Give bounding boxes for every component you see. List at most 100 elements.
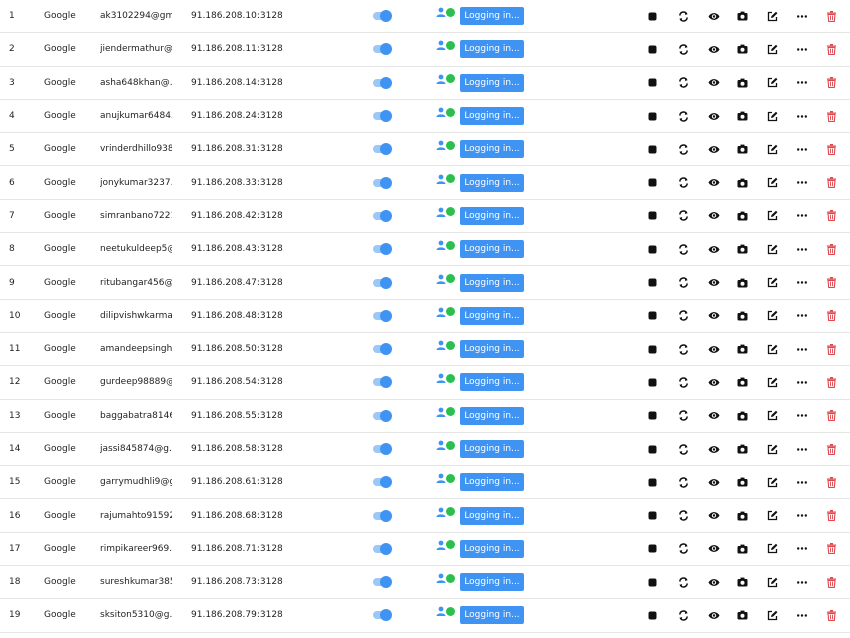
enable-toggle[interactable] [373,233,392,265]
toggle-track[interactable] [373,443,392,455]
enable-toggle[interactable] [373,499,392,531]
enable-toggle[interactable] [373,67,392,99]
toggle-track[interactable] [373,576,392,589]
edit-icon[interactable] [767,166,778,198]
edit-icon[interactable] [767,266,778,298]
status-button[interactable]: Logging in... [460,499,524,531]
eye-icon[interactable] [708,599,720,631]
status-label[interactable]: Logging in... [460,40,524,59]
more-icon[interactable] [797,566,807,598]
camera-icon[interactable] [737,100,748,132]
stop-icon[interactable] [648,266,657,298]
trash-icon[interactable] [827,300,836,332]
edit-icon[interactable] [767,100,778,132]
stop-icon[interactable] [648,133,657,165]
stop-icon[interactable] [648,433,657,465]
refresh-icon[interactable] [678,400,689,432]
trash-icon[interactable] [827,100,836,132]
status-label[interactable]: Logging in... [460,73,524,92]
camera-icon[interactable] [737,433,748,465]
status-label[interactable]: Logging in... [460,140,524,159]
enable-toggle[interactable] [373,266,392,298]
edit-icon[interactable] [767,200,778,232]
stop-icon[interactable] [648,333,657,365]
status-label[interactable]: Logging in... [460,240,524,259]
refresh-icon[interactable] [678,333,689,365]
toggle-track[interactable] [373,110,392,123]
toggle-track[interactable] [373,609,392,622]
stop-icon[interactable] [648,0,657,32]
refresh-icon[interactable] [678,366,689,398]
edit-icon[interactable] [767,466,778,498]
trash-icon[interactable] [827,200,836,232]
edit-icon[interactable] [767,599,778,631]
trash-icon[interactable] [827,366,836,398]
status-button[interactable]: Logging in... [460,300,524,332]
camera-icon[interactable] [737,133,748,165]
stop-icon[interactable] [648,300,657,332]
more-icon[interactable] [797,300,807,332]
refresh-icon[interactable] [678,499,689,531]
more-icon[interactable] [797,233,807,265]
more-icon[interactable] [797,0,807,32]
eye-icon[interactable] [708,466,720,498]
status-label[interactable]: Logging in... [460,373,524,392]
edit-icon[interactable] [767,366,778,398]
more-icon[interactable] [797,533,807,565]
status-button[interactable]: Logging in... [460,67,524,99]
status-label[interactable]: Logging in... [460,107,524,126]
refresh-icon[interactable] [678,466,689,498]
stop-icon[interactable] [648,100,657,132]
status-button[interactable]: Logging in... [460,133,524,165]
camera-icon[interactable] [737,33,748,65]
more-icon[interactable] [797,366,807,398]
toggle-track[interactable] [373,409,392,422]
camera-icon[interactable] [737,333,748,365]
refresh-icon[interactable] [678,266,689,298]
trash-icon[interactable] [827,133,836,165]
trash-icon[interactable] [827,533,836,565]
toggle-track[interactable] [373,10,392,23]
status-label[interactable]: Logging in... [460,473,524,492]
status-button[interactable]: Logging in... [460,466,524,498]
camera-icon[interactable] [737,0,748,32]
enable-toggle[interactable] [373,466,392,498]
refresh-icon[interactable] [678,599,689,631]
eye-icon[interactable] [708,400,720,432]
status-button[interactable]: Logging in... [460,400,524,432]
stop-icon[interactable] [648,200,657,232]
trash-icon[interactable] [827,266,836,298]
trash-icon[interactable] [827,166,836,198]
toggle-track[interactable] [373,542,392,555]
refresh-icon[interactable] [678,200,689,232]
status-label[interactable]: Logging in... [460,7,524,26]
trash-icon[interactable] [827,67,836,99]
enable-toggle[interactable] [373,0,392,32]
status-button[interactable]: Logging in... [460,0,524,32]
toggle-track[interactable] [373,343,392,356]
toggle-track[interactable] [373,476,392,489]
refresh-icon[interactable] [678,433,689,465]
stop-icon[interactable] [648,599,657,631]
more-icon[interactable] [797,166,807,198]
edit-icon[interactable] [767,400,778,432]
stop-icon[interactable] [648,67,657,99]
more-icon[interactable] [797,400,807,432]
stop-icon[interactable] [648,533,657,565]
camera-icon[interactable] [737,266,748,298]
toggle-track[interactable] [373,276,392,289]
more-icon[interactable] [797,133,807,165]
enable-toggle[interactable] [373,166,392,198]
toggle-track[interactable] [373,376,392,389]
refresh-icon[interactable] [678,233,689,265]
camera-icon[interactable] [737,166,748,198]
enable-toggle[interactable] [373,300,392,332]
status-button[interactable]: Logging in... [460,433,524,465]
trash-icon[interactable] [827,499,836,531]
camera-icon[interactable] [737,533,748,565]
camera-icon[interactable] [737,200,748,232]
eye-icon[interactable] [708,433,720,465]
stop-icon[interactable] [648,466,657,498]
status-button[interactable]: Logging in... [460,533,524,565]
enable-toggle[interactable] [373,100,392,132]
